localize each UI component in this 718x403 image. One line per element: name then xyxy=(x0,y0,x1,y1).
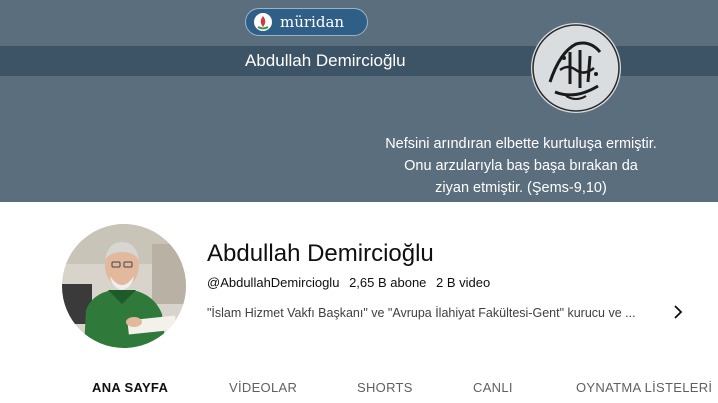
channel-meta: @AbdullahDemircioglu 2,65 B abone 2 B vi… xyxy=(207,275,496,290)
quote-line: Onu arzularıyla baş başa bırakan da xyxy=(404,158,638,174)
channel-description[interactable]: "İslam Hizmet Vakfı Başkanı" ve "Avrupa … xyxy=(207,306,662,320)
chevron-right-icon[interactable] xyxy=(668,300,688,324)
quote-line: Nefsini arındıran elbette kurtuluşa ermi… xyxy=(385,136,657,152)
channel-title: Abdullah Demircioğlu xyxy=(207,240,434,267)
quote-line: ziyan etmiştir. (Şems-9,10) xyxy=(435,180,607,196)
video-count: 2 B video xyxy=(436,275,491,290)
channel-banner: müridan Abdullah Demircioğlu Nefsini arı… xyxy=(0,0,718,202)
tab-videos[interactable]: VİDEOLAR xyxy=(229,380,297,395)
tab-playlists[interactable]: OYNATMA LİSTELERİ xyxy=(576,380,712,395)
muridan-logo-icon xyxy=(254,13,272,31)
channel-avatar[interactable] xyxy=(62,224,186,348)
channel-tabs: ANA SAYFA VİDEOLAR SHORTS CANLI OYNATMA … xyxy=(0,370,718,403)
tab-shorts[interactable]: SHORTS xyxy=(357,380,413,395)
tab-live[interactable]: CANLI xyxy=(473,380,513,395)
muridan-logo: müridan xyxy=(245,8,368,36)
tab-home[interactable]: ANA SAYFA xyxy=(92,380,168,395)
banner-channel-name: Abdullah Demircioğlu xyxy=(245,51,406,70)
channel-handle: @AbdullahDemircioglu xyxy=(207,275,340,290)
avatar-photo-icon xyxy=(62,224,186,348)
subscriber-count: 2,65 B abone xyxy=(349,275,427,290)
logo-text: müridan xyxy=(280,13,345,31)
banner-quote: Nefsini arındıran elbette kurtuluşa ermi… xyxy=(350,133,692,199)
calligraphy-seal-icon xyxy=(531,23,621,113)
